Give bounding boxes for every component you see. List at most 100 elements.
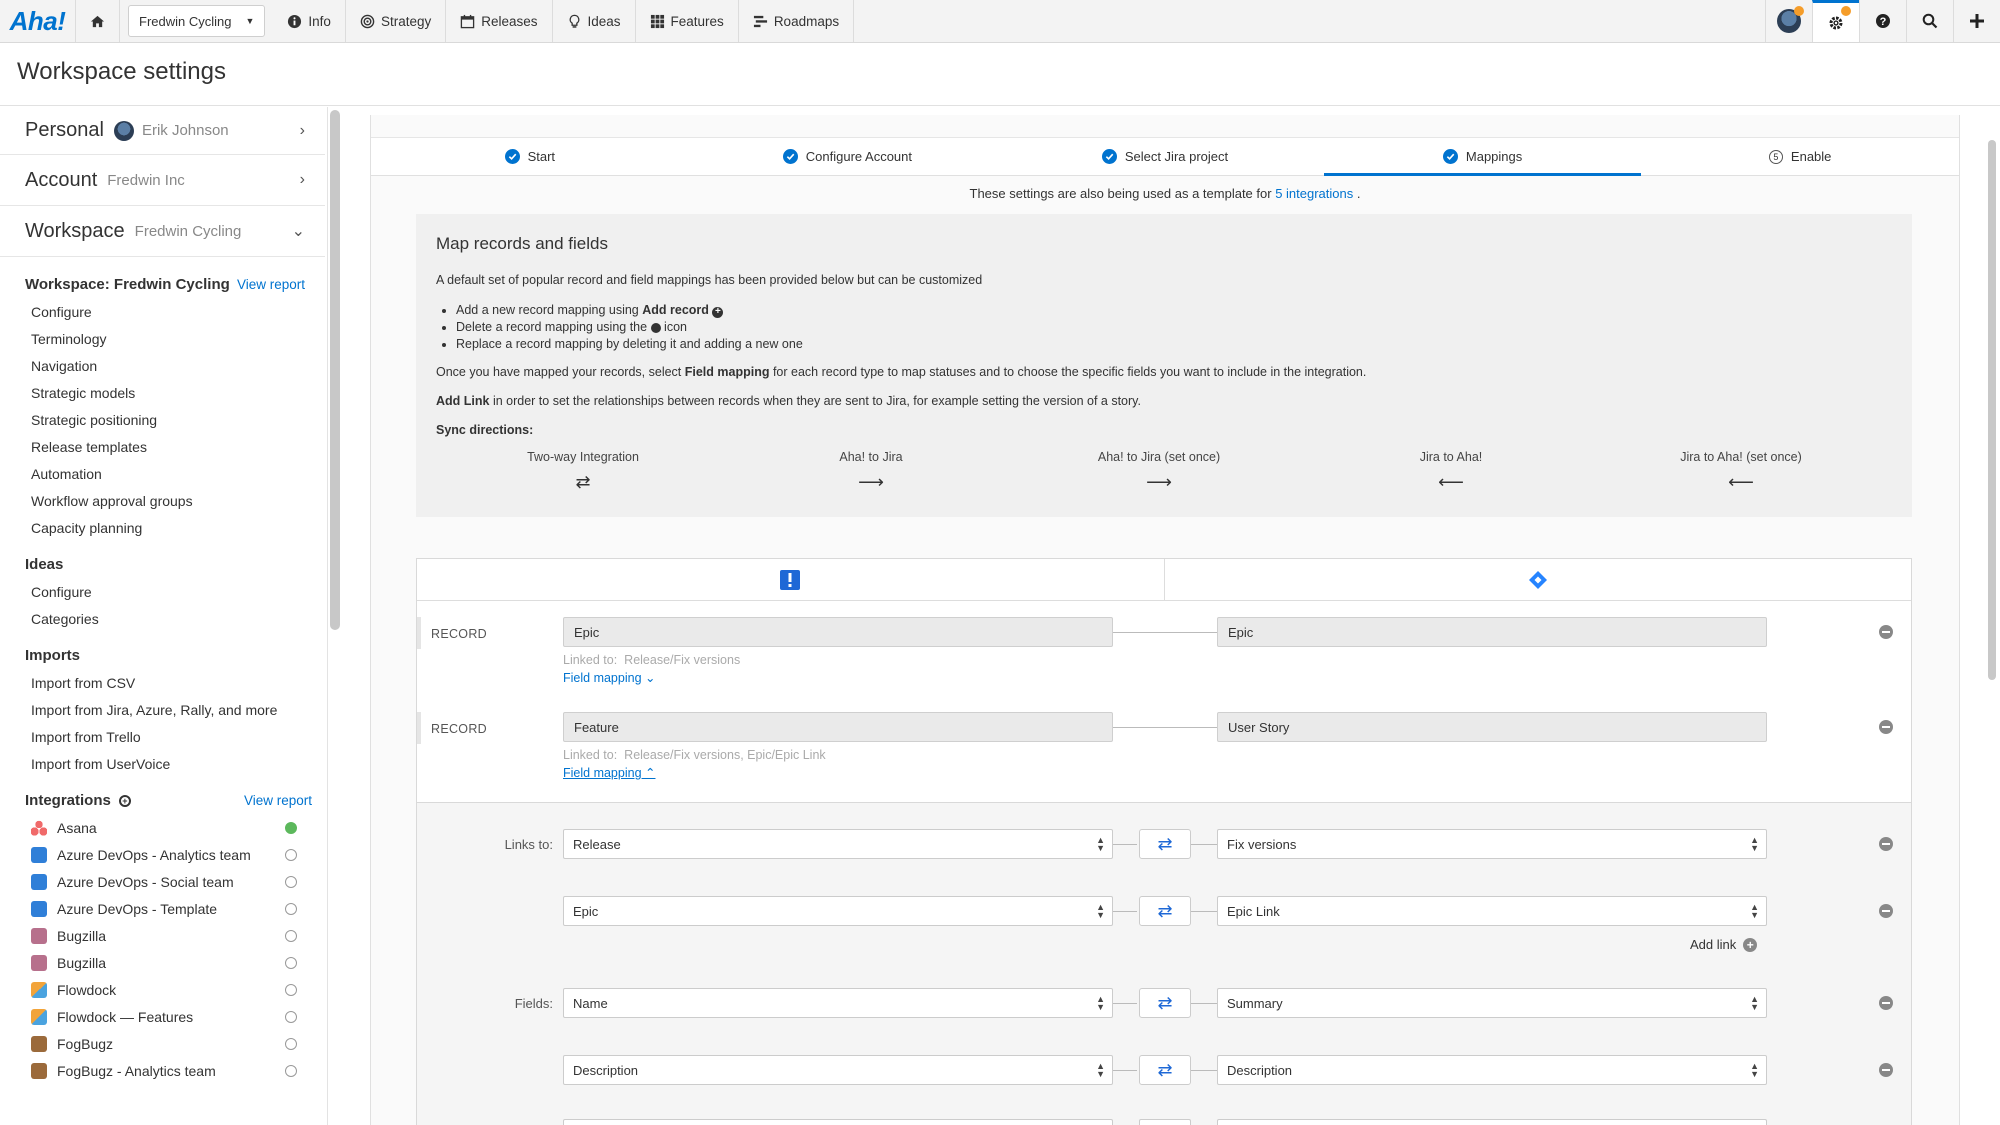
nav-strategy-label: Strategy [380, 13, 432, 29]
view-report-link[interactable]: View report [237, 277, 305, 292]
integration-label: Flowdock — Features [57, 1008, 194, 1025]
delete-field-button[interactable] [1879, 1063, 1893, 1077]
aha-field-select-partial[interactable] [563, 1119, 1113, 1125]
delete-field-button[interactable] [1879, 996, 1893, 1010]
sidebar-workspace[interactable]: Workspace Fredwin Cycling ⌄ [0, 206, 325, 257]
sidebar-item[interactable]: Import from UserVoice [0, 750, 327, 777]
sidebar-item[interactable]: Configure [0, 298, 327, 325]
aha-field-select[interactable]: Description ▲ ▼ [563, 1055, 1113, 1085]
updown-icon: ▲ ▼ [1750, 1061, 1759, 1079]
integration-label: Asana [57, 819, 97, 836]
nav-info-label: Info [308, 13, 331, 29]
delete-record-button[interactable] [1879, 720, 1893, 734]
integration-item[interactable]: Azure DevOps - Template [0, 895, 327, 922]
status-inactive-icon [285, 956, 297, 969]
sidebar-item[interactable]: Strategic positioning [0, 406, 327, 433]
sidebar-personal[interactable]: Personal Erik Johnson › [0, 107, 325, 155]
step-configure-account[interactable]: Configure Account [689, 138, 1007, 175]
sync-direction-button[interactable]: ⇄ [1139, 1055, 1191, 1085]
integration-item[interactable]: Flowdock — Features [0, 1003, 327, 1030]
integration-item[interactable]: Azure DevOps - Social team [0, 868, 327, 895]
sidebar-item[interactable]: Strategic models [0, 379, 327, 406]
nav-roadmaps[interactable]: Roadmaps [739, 0, 855, 42]
field-mapping-toggle[interactable]: Field mapping ⌃ [563, 765, 655, 780]
sidebar-item[interactable]: Navigation [0, 352, 327, 379]
main-scrollbar[interactable] [1988, 140, 1996, 680]
home-button[interactable] [76, 0, 120, 42]
nav-strategy[interactable]: Strategy [346, 0, 447, 42]
step-start[interactable]: Start [371, 138, 689, 175]
user-avatar-button[interactable] [1765, 0, 1812, 42]
sidebar-item[interactable]: Release templates [0, 433, 327, 460]
integration-item[interactable]: Asana [0, 814, 327, 841]
integrations-link[interactable]: 5 integrations [1275, 186, 1353, 201]
help-button[interactable]: ? [1859, 0, 1906, 42]
sidebar-scrollbar[interactable] [330, 110, 340, 630]
add-button[interactable] [1953, 0, 2000, 42]
step-mappings[interactable]: Mappings [1323, 138, 1642, 176]
field-mapping-toggle[interactable]: Field mapping ⌄ [563, 670, 655, 685]
integration-item[interactable]: Azure DevOps - Analytics team [0, 841, 327, 868]
sidebar-item[interactable]: Terminology [0, 325, 327, 352]
sidebar-account[interactable]: Account Fredwin Inc › [0, 155, 325, 206]
sync-direction-button-partial[interactable] [1139, 1119, 1191, 1125]
jira-field-select[interactable]: Summary ▲ ▼ [1217, 988, 1767, 1018]
map-paragraph-2: Once you have mapped your records, selec… [436, 365, 1367, 379]
status-inactive-icon [285, 983, 297, 996]
sidebar-item[interactable]: Automation [0, 460, 327, 487]
add-link-button[interactable]: Add link + [1690, 937, 1758, 952]
sidebar-item[interactable]: Configure [0, 578, 327, 605]
nav-features-label: Features [670, 13, 724, 29]
sync-direction-button[interactable]: ⇄ [1139, 988, 1191, 1018]
aha-link-select[interactable]: Epic ▲ ▼ [563, 896, 1113, 926]
sidebar-item[interactable]: Categories [0, 605, 327, 632]
settings-button[interactable] [1812, 0, 1859, 42]
sidebar-item[interactable]: Import from CSV [0, 669, 327, 696]
aha-link-select[interactable]: Release ▲ ▼ [563, 829, 1113, 859]
sync-direction-button[interactable]: ⇄ [1139, 829, 1191, 859]
check-icon [1442, 149, 1458, 164]
links-to-label: Links to: [504, 837, 553, 852]
jira-link-select[interactable]: Fix versions ▲ ▼ [1217, 829, 1767, 859]
integration-item[interactable]: Bugzilla [0, 922, 327, 949]
add-integration-icon[interactable]: + [118, 794, 131, 807]
sidebar-item[interactable]: Import from Trello [0, 723, 327, 750]
aha-record-field[interactable]: Feature [563, 712, 1113, 742]
step-enable[interactable]: 5 Enable [1641, 138, 1959, 175]
nav-info[interactable]: Info [273, 0, 346, 42]
integration-item[interactable]: FogBugz [0, 1030, 327, 1057]
jira-field-select-partial[interactable] [1217, 1119, 1767, 1125]
search-button[interactable] [1906, 0, 1953, 42]
integration-item[interactable]: Bugzilla [0, 949, 327, 976]
aha-logo[interactable]: Aha! [0, 0, 76, 42]
record-mappings: RECORD Epic Epic Linked to: Release/Fix … [416, 558, 1912, 803]
integration-item[interactable]: FogBugz - Analytics team [0, 1057, 327, 1084]
jira-record-field[interactable]: User Story [1217, 712, 1767, 742]
delete-link-button[interactable] [1879, 904, 1893, 918]
delete-record-button[interactable] [1879, 625, 1893, 639]
workspace-menu: Configure Terminology Navigation Strategic … [0, 298, 327, 541]
sidebar-item[interactable]: Capacity planning [0, 514, 327, 541]
sidebar-item[interactable]: Import from Jira, Azure, Rally, and more [0, 696, 327, 723]
page-title: Workspace settings [17, 58, 226, 85]
sidebar-item[interactable]: Workflow approval groups [0, 487, 327, 514]
roadmap-icon [753, 15, 767, 27]
notification-dot [1794, 6, 1804, 16]
jira-field-select[interactable]: Description ▲ ▼ [1217, 1055, 1767, 1085]
aha-record-field[interactable]: Epic [563, 617, 1113, 647]
nav-features[interactable]: Features [636, 0, 739, 42]
aha-field-select[interactable]: Name ▲ ▼ [563, 988, 1113, 1018]
integration-item[interactable]: Flowdock [0, 976, 327, 1003]
sync-direction-button[interactable]: ⇄ [1139, 896, 1191, 926]
azure-devops-icon [31, 846, 47, 863]
jira-link-select[interactable]: Epic Link ▲ ▼ [1217, 896, 1767, 926]
jira-record-field[interactable]: Epic [1217, 617, 1767, 647]
integrations-view-report-link[interactable]: View report [244, 793, 312, 808]
step-select-jira-project[interactable]: Select Jira project [1006, 138, 1324, 175]
workspace-select[interactable]: Fredwin Cycling ▼ [128, 5, 266, 37]
azure-devops-icon [31, 900, 47, 917]
imports-menu: Import from CSV Import from Jira, Azure, … [0, 669, 327, 777]
nav-releases[interactable]: Releases [446, 0, 553, 42]
nav-ideas[interactable]: Ideas [553, 0, 636, 42]
delete-link-button[interactable] [1879, 837, 1893, 851]
